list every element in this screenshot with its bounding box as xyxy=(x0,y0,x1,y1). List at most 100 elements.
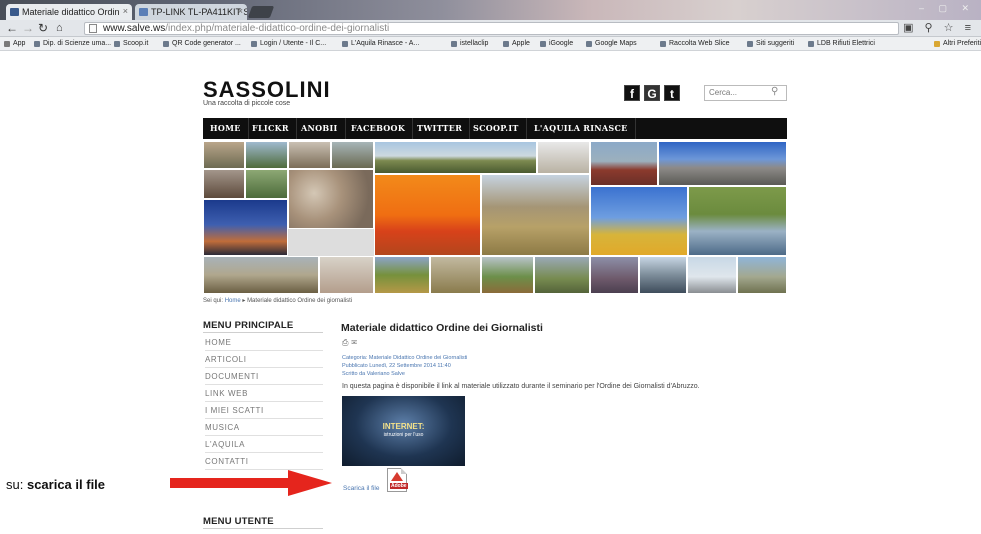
mosaic-photo xyxy=(245,169,288,199)
mosaic-photo xyxy=(245,141,288,169)
bookmark-item[interactable]: Dip. di Scienze uma... xyxy=(34,38,111,50)
sidebar-item-musica[interactable]: MUSICA xyxy=(205,420,323,436)
print-icon[interactable]: ⎙ xyxy=(342,338,351,347)
nav-anobii[interactable]: ANOBII xyxy=(294,118,346,139)
tab-title: Materiale didattico Ordin xyxy=(22,7,120,17)
bookmark-item[interactable]: Raccolta Web Slice xyxy=(660,38,730,50)
browser-tab-active[interactable]: Materiale didattico Ordin × xyxy=(6,4,132,20)
red-arrow-icon xyxy=(288,470,332,496)
address-bar[interactable]: www.salve.ws/index.php/materiale-didatti… xyxy=(84,22,899,35)
bookmark-item[interactable]: L'Aquila Rinasce - A... xyxy=(342,38,419,50)
facebook-icon[interactable]: f xyxy=(624,85,640,101)
breadcrumb-current: Materiale didattico Ordine dei giornalis… xyxy=(247,298,353,304)
breadcrumb-home-link[interactable]: Home xyxy=(225,298,241,304)
thumbnail-title: INTERNET: xyxy=(382,422,425,431)
breadcrumb-prefix: Sei qui: xyxy=(203,298,224,304)
category-link[interactable]: Materiale Didattico Ordine dei Giornalis… xyxy=(369,355,467,361)
back-arrow-icon[interactable]: ← xyxy=(6,21,18,35)
sidebar-item-articoli[interactable]: ARTICOLI xyxy=(205,352,323,368)
mosaic-photo xyxy=(331,141,374,169)
url-host: www.salve.ws xyxy=(103,23,166,34)
site-tagline: Una raccolta di piccole cose xyxy=(203,100,291,107)
toolbar-extension-icons[interactable]: ▣ ⚲ ☆ ≡ xyxy=(903,21,975,34)
page-favicon-icon xyxy=(139,8,148,16)
bookmark-item[interactable]: Siti suggeriti xyxy=(747,38,794,50)
pdf-file-icon[interactable]: Adobe xyxy=(387,468,408,492)
bookmarks-bar: App Dip. di Scienze uma... Scoop.it QR C… xyxy=(0,37,981,51)
new-tab-button[interactable] xyxy=(247,6,275,18)
mosaic-photo xyxy=(688,186,787,256)
bookmark-item[interactable]: Apple xyxy=(503,38,530,50)
home-icon[interactable]: ⌂ xyxy=(56,21,63,35)
tutorial-annotation: su: scarica il file xyxy=(6,477,105,492)
annotation-prefix: su: xyxy=(6,477,27,492)
close-tab-icon[interactable]: × xyxy=(123,6,128,16)
mosaic-photo xyxy=(203,199,288,256)
reload-icon[interactable]: ↻ xyxy=(38,21,48,35)
search-icon[interactable]: ⚲ xyxy=(771,86,778,97)
bookmark-item[interactable]: QR Code generator ... xyxy=(163,38,241,50)
nav-flickr[interactable]: FLICKR xyxy=(245,118,297,139)
bookmark-item[interactable]: Login / Utente - Il C... xyxy=(251,38,326,50)
nav-scoopit[interactable]: SCOOP.IT xyxy=(466,118,527,139)
mosaic-photo xyxy=(737,256,787,294)
mosaic-photo xyxy=(374,174,481,256)
article-title: Materiale didattico Ordine dei Giornalis… xyxy=(341,322,543,334)
mosaic-photo xyxy=(658,141,787,186)
window-controls[interactable]: – ▢ ✕ xyxy=(919,3,975,14)
divider xyxy=(203,528,323,529)
photo-mosaic xyxy=(203,141,787,294)
sidebar-item-contatti[interactable]: CONTATTI xyxy=(205,454,323,470)
sidebar-item-home[interactable]: HOME xyxy=(205,335,323,351)
mosaic-photo xyxy=(288,169,374,229)
bookmark-apps[interactable]: App xyxy=(4,38,25,50)
mosaic-photo xyxy=(590,256,639,294)
nav-laquila-rinasce[interactable]: L'AQUILA RINASCE xyxy=(527,118,636,139)
bookmark-item[interactable]: Google Maps xyxy=(586,38,637,50)
bookmark-item[interactable]: istellaclip xyxy=(451,38,488,50)
article-intro: In questa pagina è disponibile il link a… xyxy=(342,383,700,390)
browser-tab[interactable]: TP-LINK TL-PA411KIT Sta × xyxy=(135,4,247,20)
bookmark-item[interactable]: Scoop.it xyxy=(114,38,148,50)
article-author: Scritto da Valeriano Salve xyxy=(342,371,405,377)
mosaic-photo xyxy=(481,174,590,256)
url-path: /index.php/materiale-didattico-ordine-de… xyxy=(165,23,390,34)
divider xyxy=(203,332,323,333)
annotation-bold-text: scarica il file xyxy=(26,477,106,492)
bookmark-item[interactable]: LDB Rifiuti Elettrici xyxy=(808,38,875,50)
bookmark-item[interactable]: iGoogle xyxy=(540,38,573,50)
forward-arrow-icon[interactable]: → xyxy=(22,21,34,35)
mosaic-photo xyxy=(590,186,688,256)
mosaic-photo xyxy=(687,256,737,294)
twitter-icon[interactable]: t xyxy=(664,85,680,101)
bookmark-folder-other[interactable]: Altri Preferiti xyxy=(934,38,981,50)
nav-twitter[interactable]: TWITTER xyxy=(410,118,471,139)
sidebar-item-documenti[interactable]: DOCUMENTI xyxy=(205,369,323,385)
mosaic-photo xyxy=(374,256,430,294)
article-actions: ⎙✉ xyxy=(342,338,360,348)
main-navigation: HOME FLICKR ANOBII FACEBOOK TWITTER SCOO… xyxy=(203,118,787,139)
nav-home[interactable]: HOME xyxy=(203,118,249,139)
article-published: Pubblicato Lunedì, 22 Settembre 2014 11:… xyxy=(342,363,451,369)
google-plus-icon[interactable]: G xyxy=(644,85,660,101)
breadcrumb: Sei qui: Home ▸ Materiale didattico Ordi… xyxy=(203,297,352,304)
download-file-link[interactable]: Scarica il file xyxy=(343,485,379,492)
article-thumbnail: INTERNET: istruzioni per l'uso xyxy=(342,396,465,466)
mosaic-photo xyxy=(590,141,658,186)
close-tab-icon[interactable]: × xyxy=(238,6,243,16)
nav-facebook[interactable]: FACEBOOK xyxy=(344,118,414,139)
email-icon[interactable]: ✉ xyxy=(351,338,360,347)
mosaic-photo xyxy=(203,141,245,169)
mosaic-photo xyxy=(319,256,374,294)
mosaic-photo xyxy=(639,256,687,294)
sidebar-item-laquila[interactable]: L'AQUILA xyxy=(205,437,323,453)
screenshot: Materiale didattico Ordin × TP-LINK TL-P… xyxy=(0,0,981,534)
mosaic-photo xyxy=(537,141,590,174)
page-fold xyxy=(401,468,407,474)
mosaic-photo xyxy=(481,256,534,294)
user-menu-title: MENU UTENTE xyxy=(203,516,274,527)
page-favicon-icon xyxy=(10,8,19,16)
page-icon xyxy=(89,24,97,33)
sidebar-item-i-miei-scatti[interactable]: I MIEI SCATTI xyxy=(205,403,323,419)
sidebar-item-link-web[interactable]: LINK WEB xyxy=(205,386,323,402)
